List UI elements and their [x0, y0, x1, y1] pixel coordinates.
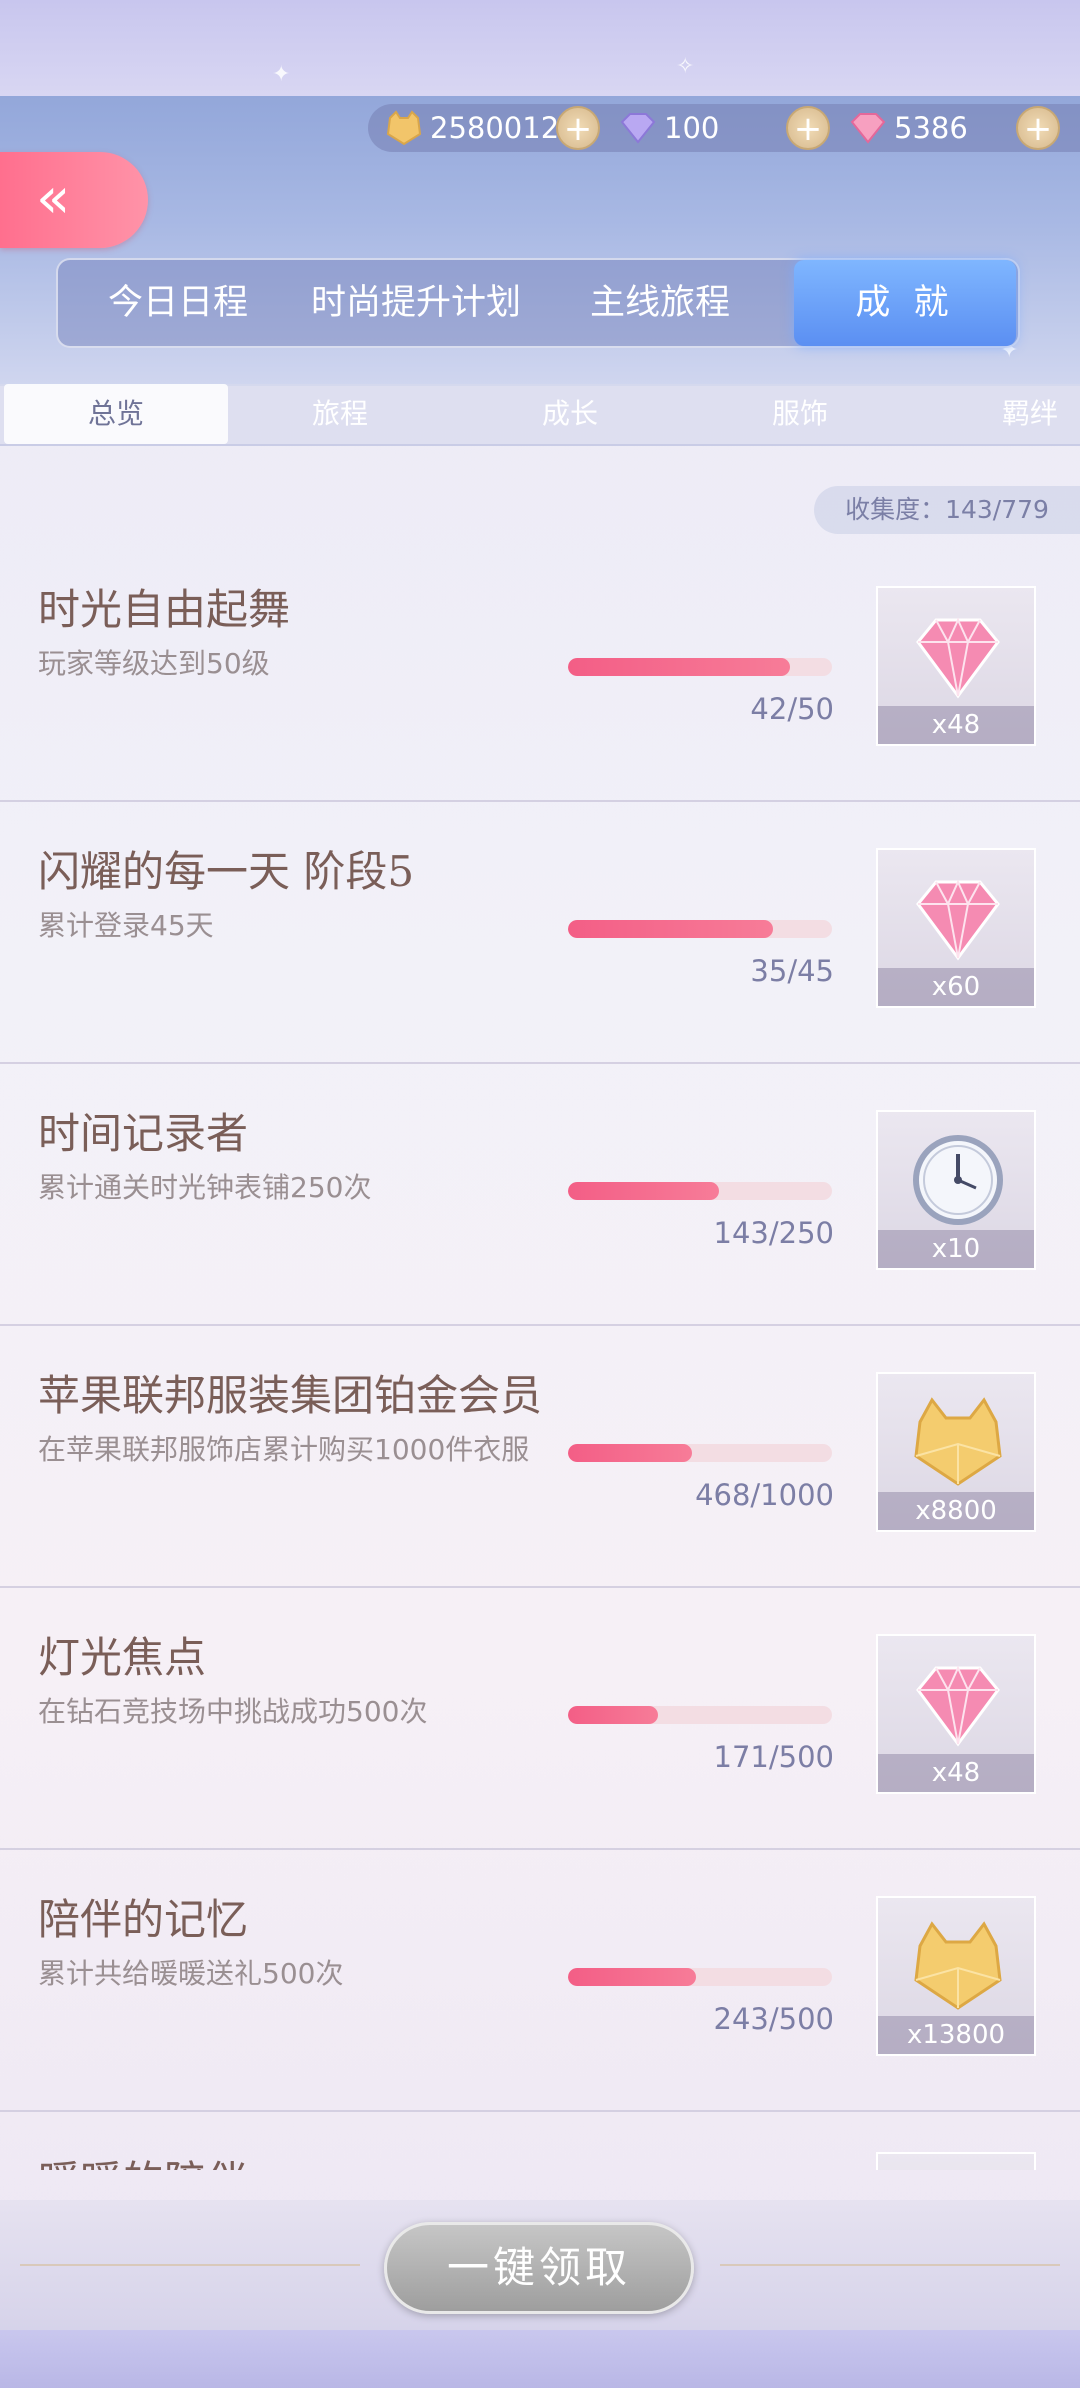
- currency-bar: 2580012 + 100 + 5386 +: [368, 104, 1080, 152]
- progress-bar: [568, 1968, 832, 1986]
- diamond-icon: [620, 113, 656, 144]
- achievement-desc: 玩家等级达到50级: [38, 647, 270, 680]
- reward-slot[interactable]: x10: [876, 1110, 1036, 1270]
- achievement-row: 陪伴的记忆 累计共给暖暖送礼500次 243/500 x13800: [0, 1850, 1080, 2112]
- sparkle-icon: ✧: [676, 54, 695, 79]
- reward-count: x60: [878, 968, 1034, 1006]
- tab-fashion-plan[interactable]: 时尚提升计划: [296, 260, 536, 346]
- clock-icon: [913, 1135, 1003, 1225]
- progress-text: 35/45: [750, 954, 834, 988]
- reward-count: x13800: [878, 2016, 1034, 2054]
- achievement-desc: 累计通关时光钟表铺250次: [38, 1171, 372, 1204]
- divider: [720, 2264, 1060, 2266]
- achievement-title: 苹果联邦服装集团铂金会员: [38, 1371, 543, 1420]
- reward-count: x48: [878, 1754, 1034, 1792]
- coin-amount: 2580012: [430, 111, 560, 145]
- progress-fill: [568, 920, 774, 938]
- reward-count: x10: [878, 1230, 1034, 1268]
- progress-bar: [568, 1444, 832, 1462]
- divider: [20, 2264, 360, 2266]
- bottom-decor-strip: [0, 2330, 1080, 2388]
- achievement-row: 灯光焦点 在钻石竞技场中挑战成功500次 171/500 x48: [0, 1588, 1080, 1850]
- progress-fill: [568, 1706, 659, 1724]
- progress-text: 468/1000: [695, 1478, 834, 1512]
- achievement-desc: 累计共给暖暖送礼500次: [38, 1957, 344, 1990]
- achievement-desc: 在钻石竞技场中挑战成功500次: [38, 1695, 428, 1728]
- tab-achievements[interactable]: 成 就: [794, 260, 1016, 346]
- main-tab-bar: 今日日程 时尚提升计划 主线旅程 成 就: [56, 258, 1020, 348]
- gold-cat-coin-icon: [914, 1921, 1002, 2010]
- pink-diamond-amount: 5386: [894, 111, 968, 145]
- reward-slot[interactable]: [876, 2152, 1036, 2170]
- coin-currency: 2580012: [384, 104, 559, 152]
- pink-diamond-currency: 5386: [848, 104, 968, 152]
- pink-diamond-icon: [916, 617, 1000, 699]
- progress-bar: [568, 920, 832, 938]
- achievement-desc: 累计登录45天: [38, 909, 214, 942]
- add-coin-button[interactable]: +: [556, 106, 600, 150]
- sub-tab-bar: 总览 旅程 成长 服饰 羁绊: [0, 384, 1080, 446]
- diamond-currency: 100: [618, 104, 719, 152]
- diamond-amount: 100: [664, 111, 720, 145]
- reward-slot[interactable]: x48: [876, 586, 1036, 746]
- progress-fill: [568, 1968, 697, 1986]
- back-chevron-icon: «: [36, 166, 70, 231]
- collection-progress: 收集度：143/779: [814, 486, 1080, 534]
- achievement-row: 暖暖的陪伴: [0, 2112, 1080, 2170]
- claim-all-label: 一键领取: [446, 2243, 631, 2292]
- subtab-overview[interactable]: 总览: [4, 384, 228, 444]
- add-diamond-button[interactable]: +: [786, 106, 830, 150]
- subtab-growth[interactable]: 成长: [490, 384, 650, 444]
- achievement-title: 时间记录者: [38, 1109, 249, 1158]
- progress-fill: [568, 658, 790, 676]
- achievement-row: 闪耀的每一天 阶段5 累计登录45天 35/45 x60: [0, 802, 1080, 1064]
- progress-bar: [568, 1182, 832, 1200]
- tab-main-journey[interactable]: 主线旅程: [570, 260, 750, 346]
- achievement-desc: 在苹果联邦服饰店累计购买1000件衣服: [38, 1433, 530, 1466]
- gold-cat-coin-icon: [914, 1397, 1002, 1486]
- achievement-title: 灯光焦点: [38, 1633, 207, 1682]
- progress-fill: [568, 1182, 719, 1200]
- subtab-clothing[interactable]: 服饰: [720, 384, 880, 444]
- reward-slot[interactable]: x60: [876, 848, 1036, 1008]
- back-button[interactable]: «: [0, 152, 148, 248]
- tab-daily-schedule[interactable]: 今日日程: [88, 260, 268, 346]
- pink-diamond-icon: [850, 113, 886, 144]
- progress-text: 171/500: [713, 1740, 834, 1774]
- progress-fill: [568, 1444, 692, 1462]
- achievement-title: 时光自由起舞: [38, 585, 291, 634]
- reward-slot[interactable]: x13800: [876, 1896, 1036, 2056]
- subtab-bonds[interactable]: 羁绊: [950, 384, 1080, 444]
- progress-text: 243/500: [713, 2002, 834, 2036]
- achievement-title: 暖暖的陪伴: [38, 2148, 248, 2170]
- reward-slot[interactable]: x48: [876, 1634, 1036, 1794]
- progress-bar: [568, 1706, 832, 1724]
- progress-bar: [568, 658, 832, 676]
- gold-cat-coin-icon: [386, 110, 422, 146]
- pink-diamond-icon: [916, 1665, 1000, 1747]
- add-pink-diamond-button[interactable]: +: [1016, 106, 1060, 150]
- achievement-title: 闪耀的每一天 阶段5: [38, 847, 415, 896]
- sparkle-icon: ✦: [272, 62, 291, 87]
- achievement-row: 苹果联邦服装集团铂金会员 在苹果联邦服饰店累计购买1000件衣服 468/100…: [0, 1326, 1080, 1588]
- subtab-journey[interactable]: 旅程: [260, 384, 420, 444]
- pink-diamond-icon: [916, 879, 1000, 961]
- top-decor-strip: [0, 0, 1080, 100]
- reward-count: x48: [878, 706, 1034, 744]
- reward-count: x8800: [878, 1492, 1034, 1530]
- reward-slot[interactable]: x8800: [876, 1372, 1036, 1532]
- achievement-list[interactable]: 时光自由起舞 玩家等级达到50级 42/50 x48 闪耀的每一天 阶段5 累计…: [0, 540, 1080, 2170]
- achievement-row: 时光自由起舞 玩家等级达到50级 42/50 x48: [0, 540, 1080, 802]
- achievement-title: 陪伴的记忆: [38, 1895, 249, 1944]
- achievement-row: 时间记录者 累计通关时光钟表铺250次 143/250 x10: [0, 1064, 1080, 1326]
- claim-all-button[interactable]: 一键领取: [384, 2222, 694, 2314]
- progress-text: 143/250: [713, 1216, 834, 1250]
- progress-text: 42/50: [750, 692, 834, 726]
